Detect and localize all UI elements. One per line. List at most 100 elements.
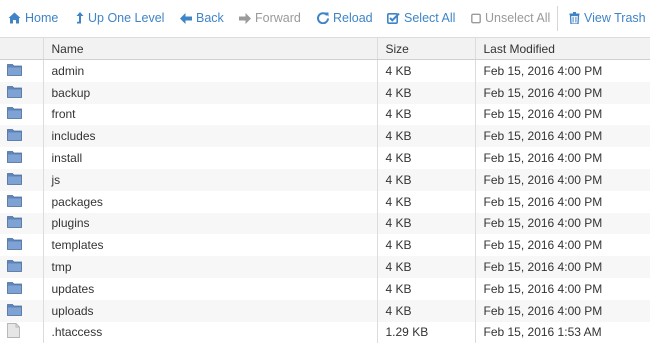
table-row[interactable]: install 4 KB Feb 15, 2016 4:00 PM: [0, 147, 650, 169]
row-size: 4 KB: [376, 125, 475, 148]
refresh-icon: [316, 0, 329, 37]
row-size: 4 KB: [376, 212, 475, 235]
row-name[interactable]: templates: [42, 234, 377, 257]
table-row[interactable]: backup 4 KB Feb 15, 2016 4:00 PM: [0, 81, 650, 104]
forward-button[interactable]: Forward: [238, 0, 301, 37]
view-trash-label: View Trash: [584, 11, 646, 25]
folder-icon: [7, 194, 22, 210]
row-name[interactable]: packages: [42, 190, 377, 213]
row-name[interactable]: admin: [42, 59, 377, 82]
row-icon-cell: [0, 60, 43, 82]
table-row[interactable]: templates 4 KB Feb 15, 2016 4:00 PM: [0, 234, 650, 257]
icon-column-header: [0, 38, 43, 60]
unselect-all-label: Unselect All: [485, 11, 551, 25]
trash-icon: [569, 0, 580, 37]
row-last-modified: Feb 15, 2016 4:00 PM: [474, 234, 650, 257]
row-last-modified: Feb 15, 2016 1:53 AM: [474, 321, 650, 343]
back-label: Back: [196, 11, 224, 25]
last-modified-column-header[interactable]: Last Modified: [474, 38, 650, 60]
row-name[interactable]: js: [42, 168, 377, 191]
file-toolbar: Home Up One Level Back Forward Reload Se…: [0, 0, 650, 38]
home-icon: [8, 0, 21, 37]
table-row[interactable]: uploads 4 KB Feb 15, 2016 4:00 PM: [0, 299, 650, 322]
table-row[interactable]: .htaccess 1.29 KB Feb 15, 2016 1:53 AM: [0, 321, 650, 343]
row-size: 4 KB: [376, 59, 475, 82]
folder-icon: [7, 172, 22, 188]
row-last-modified: Feb 15, 2016 4:00 PM: [474, 299, 650, 322]
row-name[interactable]: uploads: [42, 299, 377, 322]
folder-icon: [7, 85, 22, 101]
row-name[interactable]: install: [42, 147, 377, 169]
table-row[interactable]: plugins 4 KB Feb 15, 2016 4:00 PM: [0, 212, 650, 235]
home-button[interactable]: Home: [8, 0, 58, 37]
row-last-modified: Feb 15, 2016 4:00 PM: [474, 103, 650, 126]
row-size: 4 KB: [376, 168, 475, 191]
row-size: 1.29 KB: [376, 321, 475, 343]
reload-button[interactable]: Reload: [316, 0, 373, 37]
row-size: 4 KB: [376, 256, 475, 278]
folder-icon: [7, 128, 22, 144]
forward-label: Forward: [255, 11, 301, 25]
row-last-modified: Feb 15, 2016 4:00 PM: [474, 81, 650, 104]
table-row[interactable]: tmp 4 KB Feb 15, 2016 4:00 PM: [0, 256, 650, 278]
up-one-level-label: Up One Level: [88, 11, 165, 25]
table-row[interactable]: packages 4 KB Feb 15, 2016 4:00 PM: [0, 190, 650, 213]
arrow-left-icon: [179, 0, 192, 37]
table-header-row: Name Size Last Modified: [0, 38, 650, 60]
table-row[interactable]: includes 4 KB Feb 15, 2016 4:00 PM: [0, 125, 650, 148]
row-icon-cell: [0, 299, 43, 322]
unselect-all-button[interactable]: Unselect All: [471, 0, 550, 37]
select-all-label: Select All: [404, 11, 456, 25]
row-name[interactable]: .htaccess: [42, 321, 377, 343]
row-icon-cell: [0, 168, 43, 191]
row-icon-cell: [0, 322, 43, 343]
folder-icon: [7, 259, 22, 275]
folder-icon: [7, 106, 22, 122]
row-last-modified: Feb 15, 2016 4:00 PM: [474, 125, 650, 148]
back-button[interactable]: Back: [179, 0, 224, 37]
row-size: 4 KB: [376, 234, 475, 257]
toolbar-divider: [557, 6, 558, 31]
row-size: 4 KB: [376, 103, 475, 126]
row-size: 4 KB: [376, 190, 475, 213]
size-column-header[interactable]: Size: [376, 38, 475, 60]
row-name[interactable]: includes: [42, 125, 377, 148]
row-size: 4 KB: [376, 299, 475, 322]
folder-icon: [7, 215, 22, 231]
row-icon-cell: [0, 104, 43, 126]
row-name[interactable]: front: [42, 103, 377, 126]
up-one-level-button[interactable]: Up One Level: [76, 0, 164, 37]
file-table: Name Size Last Modified admin 4 KB Feb 15,…: [0, 38, 650, 343]
view-trash-button[interactable]: View Trash: [569, 0, 646, 37]
home-label: Home: [25, 11, 59, 25]
row-last-modified: Feb 15, 2016 4:00 PM: [474, 147, 650, 169]
row-last-modified: Feb 15, 2016 4:00 PM: [474, 59, 650, 82]
file-icon: [7, 323, 20, 341]
table-row[interactable]: js 4 KB Feb 15, 2016 4:00 PM: [0, 168, 650, 191]
reload-label: Reload: [333, 11, 373, 25]
level-up-icon: [76, 0, 84, 37]
row-icon-cell: [0, 147, 43, 169]
row-last-modified: Feb 15, 2016 4:00 PM: [474, 256, 650, 278]
row-icon-cell: [0, 81, 43, 104]
row-last-modified: Feb 15, 2016 4:00 PM: [474, 277, 650, 300]
row-name[interactable]: backup: [42, 81, 377, 104]
table-row[interactable]: updates 4 KB Feb 15, 2016 4:00 PM: [0, 277, 650, 300]
name-column-header[interactable]: Name: [42, 38, 377, 60]
table-row[interactable]: admin 4 KB Feb 15, 2016 4:00 PM: [0, 59, 650, 82]
table-row[interactable]: front 4 KB Feb 15, 2016 4:00 PM: [0, 103, 650, 126]
row-name[interactable]: tmp: [42, 256, 377, 278]
row-icon-cell: [0, 256, 43, 278]
row-size: 4 KB: [376, 277, 475, 300]
row-icon-cell: [0, 125, 43, 148]
row-name[interactable]: plugins: [42, 212, 377, 235]
select-all-button[interactable]: Select All: [387, 0, 455, 37]
arrow-right-icon: [238, 0, 251, 37]
check-square-icon: [387, 0, 400, 37]
row-icon-cell: [0, 191, 43, 213]
square-icon: [471, 0, 481, 37]
row-last-modified: Feb 15, 2016 4:00 PM: [474, 168, 650, 191]
row-last-modified: Feb 15, 2016 4:00 PM: [474, 190, 650, 213]
folder-icon: [7, 281, 22, 297]
row-name[interactable]: updates: [42, 277, 377, 300]
